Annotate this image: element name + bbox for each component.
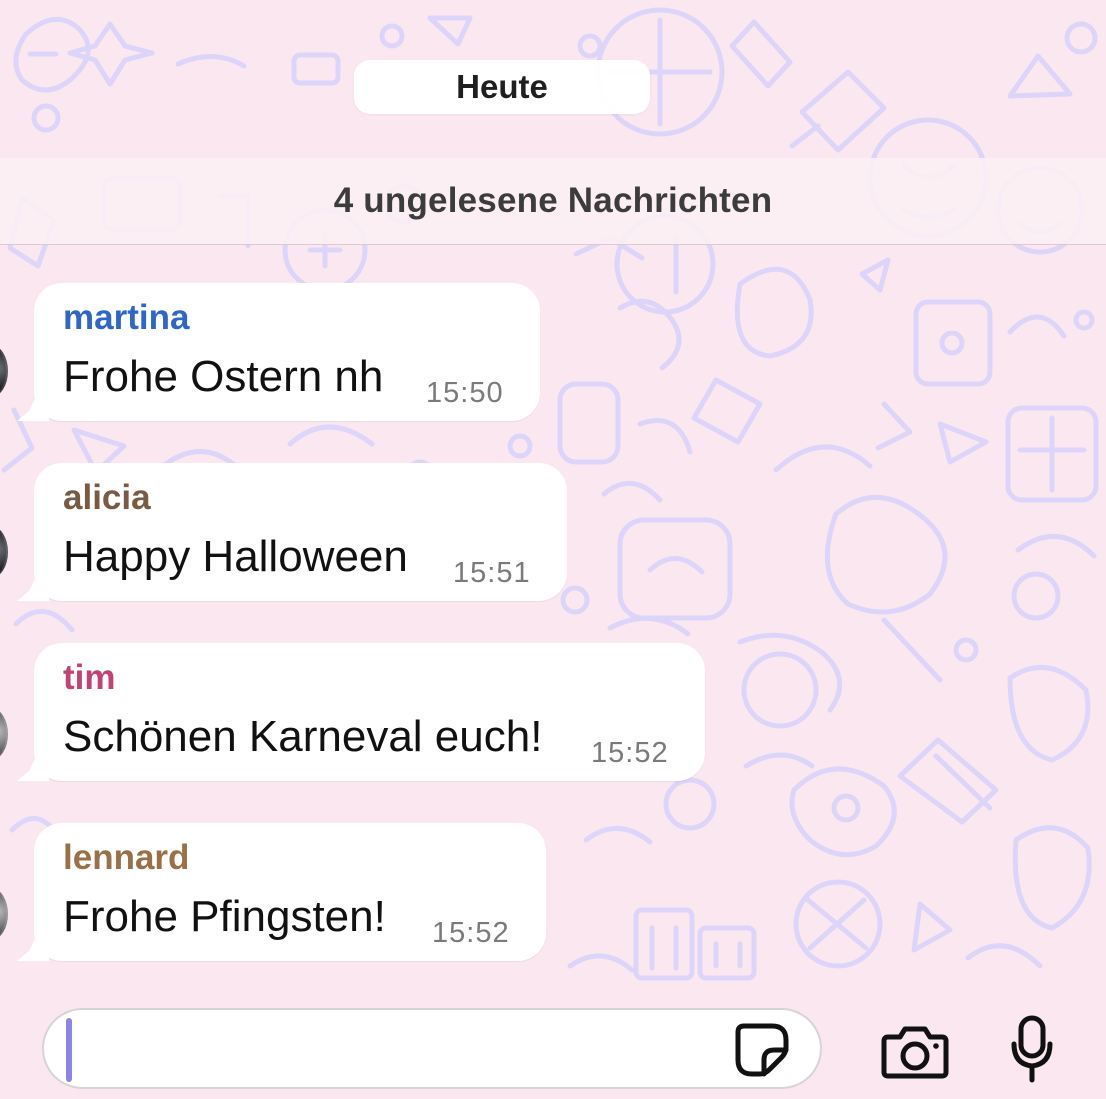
camera-icon[interactable] xyxy=(880,1022,950,1080)
sticker-icon[interactable] xyxy=(734,1022,790,1078)
message-sender[interactable]: alicia xyxy=(63,480,151,515)
sticker-icon-graphic xyxy=(735,1023,789,1077)
camera-icon-graphic xyxy=(881,1026,949,1079)
chat-wallpaper: Heute 4 ungelesene Nachrichten martina F… xyxy=(0,0,1106,990)
message-sender[interactable]: tim xyxy=(63,660,116,695)
unread-messages-banner: 4 ungelesene Nachrichten xyxy=(0,158,1106,245)
message-text: Frohe Pfingsten! xyxy=(63,892,386,941)
text-cursor xyxy=(66,1018,72,1082)
message-time: 15:52 xyxy=(432,917,510,949)
message-bubble[interactable]: lennard Frohe Pfingsten! 15:52 xyxy=(34,823,546,961)
message-bubble[interactable]: tim Schönen Karneval euch! 15:52 xyxy=(34,643,705,781)
microphone-icon[interactable] xyxy=(1006,1014,1058,1086)
date-label: Heute xyxy=(456,68,548,105)
message-input[interactable] xyxy=(42,1008,822,1089)
message-text: Happy Halloween xyxy=(63,532,408,581)
message-text: Schönen Karneval euch! xyxy=(63,712,543,761)
message-bubble[interactable]: martina Frohe Ostern nh 15:50 xyxy=(34,283,540,421)
message-time: 15:51 xyxy=(453,557,531,589)
message-time: 15:50 xyxy=(426,377,504,409)
message-bubble[interactable]: alicia Happy Halloween 15:51 xyxy=(34,463,567,601)
message-text: Frohe Ostern nh xyxy=(63,352,384,401)
date-separator: Heute xyxy=(354,60,650,114)
microphone-icon-graphic xyxy=(1011,1015,1053,1083)
message-time: 15:52 xyxy=(591,737,669,769)
message-sender[interactable]: lennard xyxy=(63,840,189,875)
unread-label: 4 ungelesene Nachrichten xyxy=(333,181,773,220)
message-sender[interactable]: martina xyxy=(63,300,189,335)
